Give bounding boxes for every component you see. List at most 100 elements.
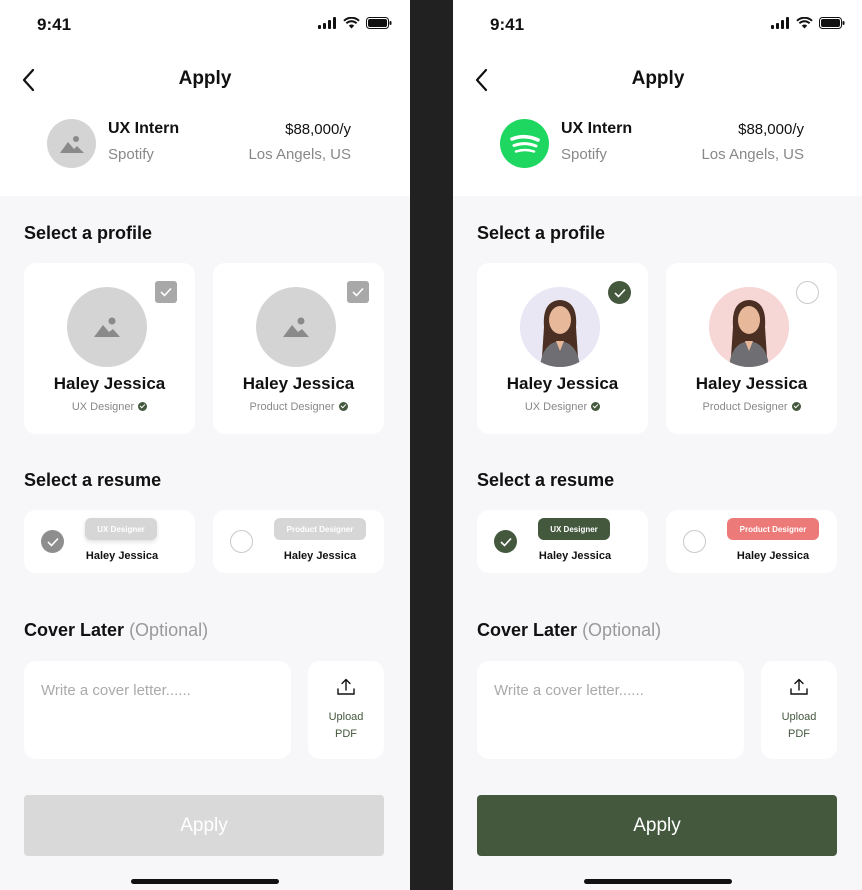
upload-label: Upload PDF	[308, 709, 384, 743]
resume-name: Haley Jessica	[538, 550, 612, 562]
battery-icon	[366, 17, 392, 29]
profile-role: UX Designer	[477, 401, 648, 413]
resume-card-ux[interactable]: UX Designer Haley Jessica	[477, 510, 648, 573]
job-title: UX Intern	[561, 120, 633, 137]
company-logo-placeholder	[47, 119, 96, 168]
image-placeholder-icon	[283, 317, 309, 337]
resume-tag: UX Designer	[85, 518, 157, 540]
salary: $88,000/y	[285, 121, 351, 138]
verified-icon	[591, 402, 601, 411]
profile-role-label: Product Designer	[702, 401, 788, 413]
avatar	[520, 287, 600, 367]
resume-name: Haley Jessica	[736, 550, 810, 562]
profile-selected-check[interactable]	[608, 281, 631, 304]
profile-name: Haley Jessica	[53, 374, 166, 393]
spotify-logo-icon	[500, 119, 549, 168]
profile-name: Haley Jessica	[695, 374, 808, 393]
wifi-icon	[796, 17, 813, 29]
resume-tag: UX Designer	[538, 518, 610, 540]
resume-radio[interactable]	[683, 530, 706, 553]
resume-radio-selected[interactable]	[41, 530, 64, 553]
check-icon	[352, 287, 364, 297]
wifi-icon	[343, 17, 360, 29]
resume-radio[interactable]	[230, 530, 253, 553]
profile-radio[interactable]	[796, 281, 819, 304]
profile-card-ux[interactable]: Haley Jessica UX Designer	[24, 263, 195, 434]
profile-photo-icon	[709, 287, 789, 367]
cover-letter-heading: Cover Later (Optional)	[24, 620, 208, 641]
select-profile-heading: Select a profile	[477, 223, 606, 243]
status-icons	[318, 17, 392, 29]
select-resume-heading: Select a resume	[24, 470, 162, 490]
profile-card-product[interactable]: Haley Jessica Product Designer	[666, 263, 837, 434]
status-time: 9:41	[37, 15, 72, 34]
spotify-waves-icon	[509, 134, 540, 153]
profile-name: Haley Jessica	[242, 374, 355, 393]
resume-name: Haley Jessica	[283, 550, 357, 562]
cover-letter-input[interactable]: Write a cover letter......	[24, 661, 291, 759]
resume-card-product[interactable]: Product Designer Haley Jessica	[213, 510, 384, 573]
cover-letter-input[interactable]: Write a cover letter......	[477, 661, 744, 759]
check-icon	[613, 288, 626, 298]
profile-photo-icon	[520, 287, 600, 367]
job-title: UX Intern	[108, 120, 180, 137]
page-title: Apply	[631, 68, 685, 89]
check-icon	[499, 537, 512, 547]
cover-letter-label: Cover Later	[24, 620, 125, 640]
cover-letter-heading: Cover Later (Optional)	[477, 620, 661, 641]
check-icon	[46, 537, 59, 547]
avatar	[709, 287, 789, 367]
resume-tag: Product Designer	[727, 518, 819, 540]
profile-checkbox[interactable]	[155, 281, 177, 303]
signal-icon	[771, 17, 789, 29]
select-resume-heading: Select a resume	[477, 470, 615, 490]
upload-label: Upload PDF	[761, 709, 837, 743]
resume-card-product[interactable]: Product Designer Haley Jessica	[666, 510, 837, 573]
optional-label: (Optional)	[582, 620, 662, 640]
avatar-placeholder	[256, 287, 336, 367]
battery-icon	[819, 17, 845, 29]
status-time: 9:41	[490, 15, 525, 34]
company-name: Spotify	[108, 146, 154, 163]
profile-role-label: UX Designer	[524, 401, 588, 413]
resume-card-ux[interactable]: UX Designer Haley Jessica	[24, 510, 195, 573]
profile-name: Haley Jessica	[506, 374, 619, 393]
location: Los Angels, US	[248, 146, 351, 163]
company-name: Spotify	[561, 146, 607, 163]
signal-icon	[318, 17, 336, 29]
apply-button-disabled[interactable]: Apply	[24, 795, 384, 856]
home-indicator	[584, 879, 732, 884]
image-placeholder-icon	[59, 135, 84, 153]
apply-screen-empty: 9:41 Apply UX Intern Spotify $88,000/y L…	[0, 0, 410, 890]
upload-icon	[790, 678, 808, 695]
salary: $88,000/y	[738, 121, 804, 138]
profile-checkbox[interactable]	[347, 281, 369, 303]
profile-card-ux[interactable]: Haley Jessica UX Designer	[477, 263, 648, 434]
profile-role-label: Product Designer	[249, 401, 335, 413]
profile-role: Product Designer	[213, 401, 384, 413]
profile-card-product[interactable]: Haley Jessica Product Designer	[213, 263, 384, 434]
resume-tag: Product Designer	[274, 518, 366, 540]
resume-name: Haley Jessica	[85, 550, 159, 562]
cover-letter-placeholder: Write a cover letter......	[41, 682, 191, 699]
location: Los Angels, US	[701, 146, 804, 163]
page-title: Apply	[178, 68, 232, 89]
upload-label-line2: PDF	[335, 728, 357, 740]
status-icons	[771, 17, 845, 29]
cover-letter-placeholder: Write a cover letter......	[494, 682, 644, 699]
upload-label-line1: Upload	[781, 711, 817, 723]
upload-label-line2: PDF	[788, 728, 810, 740]
resume-radio-selected[interactable]	[494, 530, 517, 553]
upload-pdf-button[interactable]: Upload PDF	[308, 661, 384, 759]
upload-label-line1: Upload	[328, 711, 364, 723]
apply-button[interactable]: Apply	[477, 795, 837, 856]
verified-icon	[338, 402, 348, 411]
upload-icon	[337, 678, 355, 695]
profile-role: UX Designer	[24, 401, 195, 413]
verified-icon	[791, 402, 801, 411]
home-indicator	[131, 879, 279, 884]
upload-pdf-button[interactable]: Upload PDF	[761, 661, 837, 759]
check-icon	[160, 287, 172, 297]
optional-label: (Optional)	[129, 620, 209, 640]
cover-letter-label: Cover Later	[477, 620, 578, 640]
